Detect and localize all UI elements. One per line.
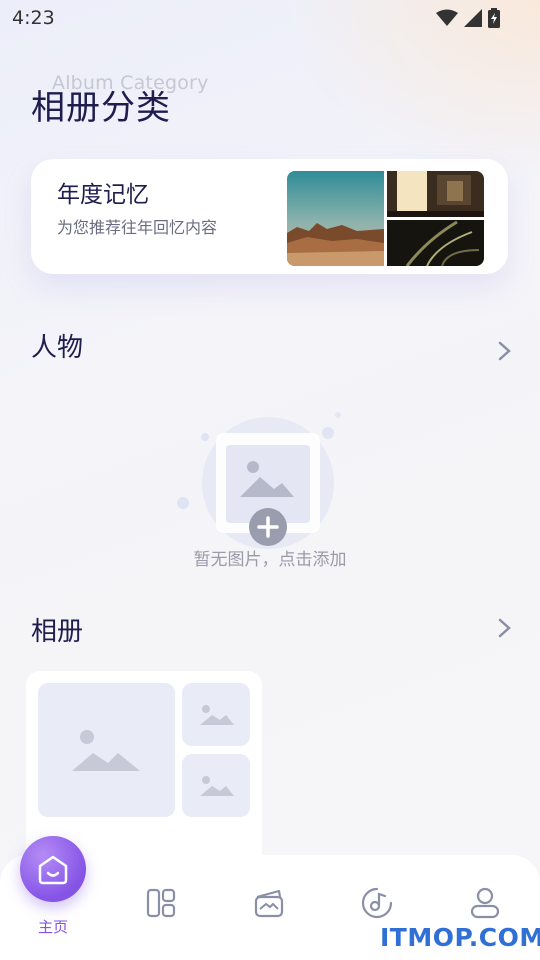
page-title: 相册分类: [31, 88, 171, 128]
people-empty-text: 暂无图片，点击添加: [193, 550, 347, 570]
tab-home-label: 主页: [38, 918, 69, 936]
people-section-title: 人物: [31, 333, 84, 363]
home-icon: [38, 855, 68, 885]
memory-photo-plant: [387, 220, 484, 266]
tab-music-icon[interactable]: [360, 885, 394, 921]
memory-photo-desert: [287, 171, 384, 266]
annual-memory-card[interactable]: 年度记忆 为您推荐往年回忆内容: [31, 159, 508, 274]
image-placeholder-icon: [72, 730, 140, 771]
album-thumb-placeholder: [182, 754, 250, 817]
tab-profile-icon[interactable]: [468, 885, 502, 921]
albums-more-chevron-icon[interactable]: [494, 617, 514, 639]
battery-charging-icon: [488, 8, 500, 28]
watermark-logo: ITMOP.COM: [380, 923, 540, 952]
status-time: 4:23: [12, 7, 55, 29]
memory-card-title: 年度记忆: [57, 182, 149, 208]
memory-card-subtitle: 为您推荐往年回忆内容: [57, 218, 218, 237]
album-cover-placeholder: [38, 683, 175, 817]
people-empty-state[interactable]: [160, 405, 380, 565]
wifi-icon: [436, 9, 458, 26]
album-thumb-placeholder: [182, 683, 250, 746]
tab-home[interactable]: [20, 836, 86, 902]
image-placeholder-icon: [200, 776, 234, 796]
status-bar: 4:23: [0, 0, 540, 36]
albums-section-title: 相册: [31, 617, 84, 647]
people-more-chevron-icon[interactable]: [494, 340, 514, 362]
tab-layout-icon[interactable]: [144, 885, 178, 921]
image-placeholder-icon: [200, 705, 234, 725]
memory-photo-room: [387, 171, 484, 217]
cellular-signal-icon: [464, 9, 482, 27]
tab-wallet-icon[interactable]: [252, 885, 286, 921]
